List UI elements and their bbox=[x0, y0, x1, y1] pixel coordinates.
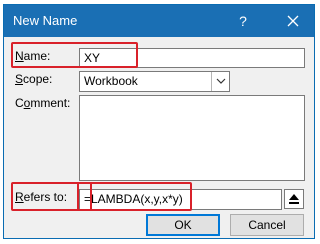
collapse-dialog-icon bbox=[289, 194, 299, 204]
help-button[interactable]: ? bbox=[232, 10, 254, 32]
new-name-dialog: New Name ? Name: XY Scope: Workbook Comm… bbox=[3, 4, 315, 239]
title-bar[interactable]: New Name ? bbox=[4, 5, 314, 37]
scope-label: Scope: bbox=[15, 72, 53, 86]
comment-label: Comment: bbox=[15, 96, 71, 110]
cancel-button[interactable]: Cancel bbox=[230, 214, 304, 236]
collapse-dialog-button[interactable] bbox=[284, 189, 304, 209]
scope-select[interactable]: Workbook bbox=[79, 71, 230, 92]
close-icon bbox=[287, 15, 299, 27]
dialog-title: New Name bbox=[13, 13, 78, 28]
name-highlight-box bbox=[11, 42, 138, 68]
comment-textarea[interactable] bbox=[79, 95, 305, 181]
refers-to-value-highlight-box bbox=[77, 182, 192, 211]
scope-dropdown-button[interactable] bbox=[211, 72, 229, 91]
chevron-down-icon bbox=[216, 78, 226, 84]
scope-value: Workbook bbox=[84, 74, 138, 88]
close-button[interactable] bbox=[280, 10, 306, 32]
ok-button[interactable]: OK bbox=[146, 214, 220, 236]
